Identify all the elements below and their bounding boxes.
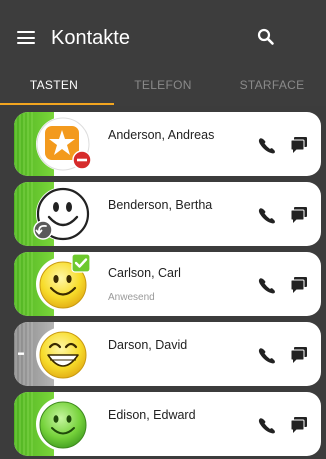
contact-card-carlson[interactable]: Carlson, Carl Anwesend	[14, 252, 321, 316]
avatar	[36, 117, 92, 171]
app-bar: Kontakte	[0, 0, 326, 64]
chat-bubble-icon[interactable]	[290, 206, 308, 224]
active-tab-indicator	[0, 103, 114, 105]
smiley-green-icon	[37, 398, 89, 450]
phone-call-icon[interactable]	[257, 276, 277, 294]
phone-call-icon[interactable]	[257, 416, 277, 434]
contact-card-edison[interactable]: Edison, Edward	[14, 392, 321, 456]
phone-call-icon[interactable]	[257, 346, 277, 364]
avatar	[36, 327, 90, 381]
contact-status-text: Anwesend	[108, 292, 155, 303]
page-title: Kontakte	[51, 27, 130, 49]
tab-bar: TASTEN TELEFON STARFACE	[0, 64, 326, 106]
avatar	[33, 187, 90, 241]
chat-bubble-icon[interactable]	[290, 346, 308, 364]
hamburger-menu-icon[interactable]	[17, 31, 35, 45]
chat-bubble-icon[interactable]	[290, 416, 308, 434]
tab-telefon[interactable]: TELEFON	[109, 64, 217, 106]
contact-name: Benderson, Bertha	[108, 198, 213, 212]
do-not-disturb-icon	[72, 150, 92, 170]
contact-card-darson[interactable]: Darson, David	[14, 322, 321, 386]
avatar	[36, 253, 91, 311]
grin-smiley-icon	[37, 328, 89, 380]
phone-call-icon[interactable]	[257, 136, 277, 154]
contact-card-benderson[interactable]: Benderson, Bertha	[14, 182, 321, 246]
phone-call-icon[interactable]	[257, 206, 277, 224]
contact-name: Anderson, Andreas	[108, 128, 215, 142]
contact-list: Anderson, Andreas Benderson, Bertha Carl…	[0, 106, 326, 459]
tab-starface[interactable]: STARFACE	[218, 64, 326, 106]
contact-name: Darson, David	[108, 338, 188, 352]
contact-name: Edison, Edward	[108, 408, 196, 422]
search-icon[interactable]	[257, 28, 275, 46]
contact-card-anderson[interactable]: Anderson, Andreas	[14, 112, 321, 176]
chat-bubble-icon[interactable]	[290, 276, 308, 294]
contact-name: Carlson, Carl	[108, 266, 181, 280]
tab-tasten[interactable]: TASTEN	[0, 64, 108, 106]
call-forward-icon	[33, 220, 53, 240]
avatar	[36, 397, 90, 451]
chat-bubble-icon[interactable]	[290, 136, 308, 154]
checkmark-icon	[71, 253, 91, 273]
